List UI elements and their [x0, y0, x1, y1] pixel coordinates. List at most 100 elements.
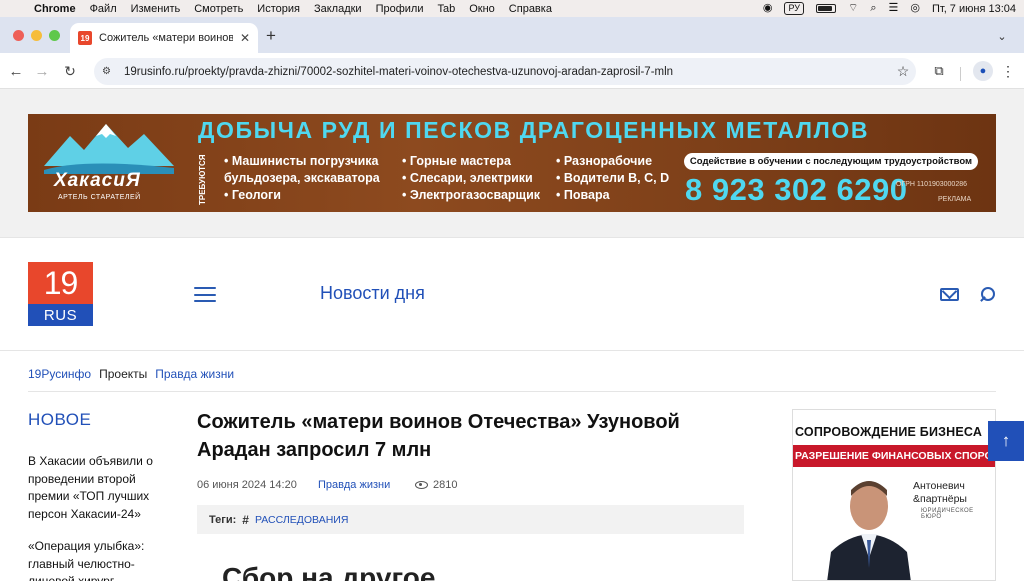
banner-job-item: Повара [556, 187, 669, 204]
breadcrumb-current-link[interactable]: Правда жизни [155, 367, 234, 381]
side-ad-firm-line1: Антоневич [913, 480, 965, 492]
banner-job-item: Водители B, C, D [556, 170, 669, 187]
side-ad-firm-subtitle: ЮРИДИЧЕСКОЕ БЮРО [921, 508, 974, 520]
site-logo-bottom: RUS [28, 304, 93, 326]
close-tab-icon[interactable]: ✕ [240, 31, 250, 45]
browser-tab-strip: 19 Сожитель «матери воинов Отечества» Уз… [0, 17, 1024, 53]
side-ad-band: РАЗРЕШЕНИЕ ФИНАНСОВЫХ СПОРОВ [793, 445, 995, 467]
menu-bookmarks[interactable]: Закладки [307, 3, 369, 15]
article-date: 06 июня 2024 14:20 [197, 479, 297, 491]
sidebar-title[interactable]: НОВОЕ [28, 410, 91, 430]
browser-toolbar: ← → ↻ ⚙ 19rusinfo.ru/proekty/pravda-zhiz… [0, 53, 1024, 89]
tag-hash: # [242, 512, 249, 527]
toolbar-divider [960, 67, 961, 81]
menu-app-chrome[interactable]: Chrome [34, 3, 83, 15]
article-views: 2810 [415, 479, 457, 491]
siri-icon[interactable]: ◎ [910, 0, 920, 17]
close-window-button[interactable] [13, 30, 24, 41]
news-of-day-link[interactable]: Новости дня [320, 283, 425, 304]
site-logo[interactable]: 19 RUS [28, 262, 93, 326]
screen-record-icon[interactable]: ◉ [763, 0, 773, 17]
banner-job-item: Слесари, электрики [402, 170, 540, 187]
banner-ogrn: ОГРН 1101903000286 [896, 181, 967, 188]
article-subheading: Сбор на другое [222, 562, 436, 581]
banner-vertical-label: ТРЕБУЮТСЯ [198, 154, 207, 206]
forward-arrow-icon[interactable]: → [32, 61, 52, 81]
tags-label: Теги: [209, 513, 237, 526]
article-title: Сожитель «матери воинов Отечества» Узуно… [197, 411, 680, 461]
banner-job-item: Электрогазосварщик [402, 187, 540, 204]
menu-history[interactable]: История [250, 3, 307, 15]
menu-view[interactable]: Смотреть [187, 3, 250, 15]
banner-job-item: Горные мастера [402, 153, 540, 170]
ad-banner[interactable]: ХакасиЯ АРТЕЛЬ СТАРАТЕЛЕЙ ТРЕБУЮТСЯ ДОБЫ… [28, 114, 996, 212]
input-source-indicator[interactable]: РУ [784, 2, 804, 15]
chrome-menu-kebab-icon[interactable]: ⋮ [1001, 61, 1015, 81]
extensions-puzzle-icon[interactable]: ⧉ [929, 61, 949, 81]
article-rubric-link[interactable]: Правда жизни [318, 479, 390, 491]
breadcrumb-section: Проекты [99, 367, 148, 381]
hamburger-menu-icon[interactable] [194, 287, 216, 302]
banner-jobs-col-3: Разнорабочие Водители B, C, D Повара [556, 153, 669, 204]
tab-title: Сожитель «матери воинов Отечества» Узуно… [99, 32, 233, 44]
sidebar-news-item[interactable]: В Хакасии объявили о проведении второй п… [28, 453, 168, 523]
banner-job-item: Разнорабочие [556, 153, 669, 170]
site-logo-top: 19 [28, 262, 93, 304]
article-tags: Теги: # РАССЛЕДОВАНИЯ [197, 505, 744, 534]
bookmark-star-icon[interactable]: ☆ [890, 63, 916, 80]
banner-ad-label: РЕКЛАМА [938, 196, 972, 203]
side-ad-firm-name: Антоневич &партнёры [913, 480, 967, 506]
eye-icon [415, 481, 428, 489]
spotlight-search-icon[interactable]: ⌕ [870, 0, 876, 17]
scroll-to-top-button[interactable]: ↑ [988, 421, 1024, 461]
banner-job-item: Машинисты погрузчика [224, 153, 380, 170]
menu-window[interactable]: Окно [462, 3, 502, 15]
mail-icon[interactable] [940, 288, 959, 301]
banner-brand-name: ХакасиЯ [54, 170, 141, 191]
control-center-icon[interactable]: ☰ [888, 0, 898, 17]
banner-phone-number: 8 923 302 6290 [685, 172, 908, 207]
zoom-window-button[interactable] [49, 30, 60, 41]
banner-job-item: бульдозера, экскаватора [224, 171, 380, 185]
new-tab-button[interactable]: + [266, 26, 276, 46]
side-ad-header: СОПРОВОЖДЕНИЕ БИЗНЕСА [795, 425, 983, 439]
url-text[interactable]: 19rusinfo.ru/proekty/pravda-zhizni/70002… [124, 66, 890, 78]
profile-avatar-icon[interactable]: ● [973, 61, 993, 81]
site-info-icon[interactable]: ⚙ [102, 66, 120, 77]
menu-tab[interactable]: Tab [430, 3, 462, 15]
address-bar[interactable]: ⚙ 19rusinfo.ru/proekty/pravda-zhizni/700… [94, 58, 916, 85]
site-favicon: 19 [78, 31, 92, 45]
menubar-clock[interactable]: Пт, 7 июня 13:04 [932, 3, 1016, 15]
minimize-window-button[interactable] [31, 30, 42, 41]
sidebar-news-item[interactable]: «Операция улыбка»: главный челюстно-лице… [28, 538, 168, 581]
banner-jobs-col-1: Машинисты погрузчика бульдозера, экскава… [224, 153, 380, 204]
breadcrumb: 19Русинфо Проекты Правда жизни [28, 367, 234, 381]
active-tab[interactable]: 19 Сожитель «матери воинов Отечества» Уз… [70, 23, 258, 53]
menu-profiles[interactable]: Профили [369, 3, 431, 15]
menu-edit[interactable]: Изменить [124, 3, 188, 15]
banner-brand-subtitle: АРТЕЛЬ СТАРАТЕЛЕЙ [58, 194, 141, 201]
banner-jobs-col-2: Горные мастера Слесари, электрики Электр… [402, 153, 540, 204]
banner-logo: ХакасиЯ АРТЕЛЬ СТАРАТЕЛЕЙ [44, 122, 174, 206]
banner-promo-pill: Содействие в обучении с последующим труд… [684, 153, 978, 170]
site-header: 19 RUS Новости дня [0, 237, 1024, 351]
macos-menu-bar: Chrome Файл Изменить Смотреть История За… [0, 0, 1024, 17]
sidebar-ad-banner[interactable]: СОПРОВОЖДЕНИЕ БИЗНЕСА РАЗРЕШЕНИЕ ФИНАНСО… [792, 409, 996, 581]
menu-help[interactable]: Справка [502, 3, 559, 15]
battery-icon[interactable] [815, 4, 836, 13]
breadcrumb-divider [28, 391, 996, 392]
tab-search-chevron-icon[interactable]: ⌄ [992, 26, 1012, 46]
tag-link[interactable]: РАССЛЕДОВАНИЯ [255, 514, 348, 526]
lawyer-portrait-image [807, 468, 927, 580]
views-count: 2810 [433, 479, 458, 491]
wifi-icon[interactable]: ⌔ [848, 0, 858, 17]
window-controls [13, 30, 60, 41]
side-ad-firm-line2: &партнёры [913, 493, 967, 505]
menu-file[interactable]: Файл [83, 3, 124, 15]
back-arrow-icon[interactable]: ← [6, 61, 26, 81]
mountain-logo-icon [44, 124, 174, 174]
reload-icon[interactable]: ↻ [60, 61, 80, 81]
breadcrumb-home-link[interactable]: 19Русинфо [28, 367, 91, 381]
search-icon[interactable] [980, 286, 996, 302]
status-area: ◉ РУ ⌔ ⌕ ☰ ◎ Пт, 7 июня 13:04 [763, 0, 1016, 17]
